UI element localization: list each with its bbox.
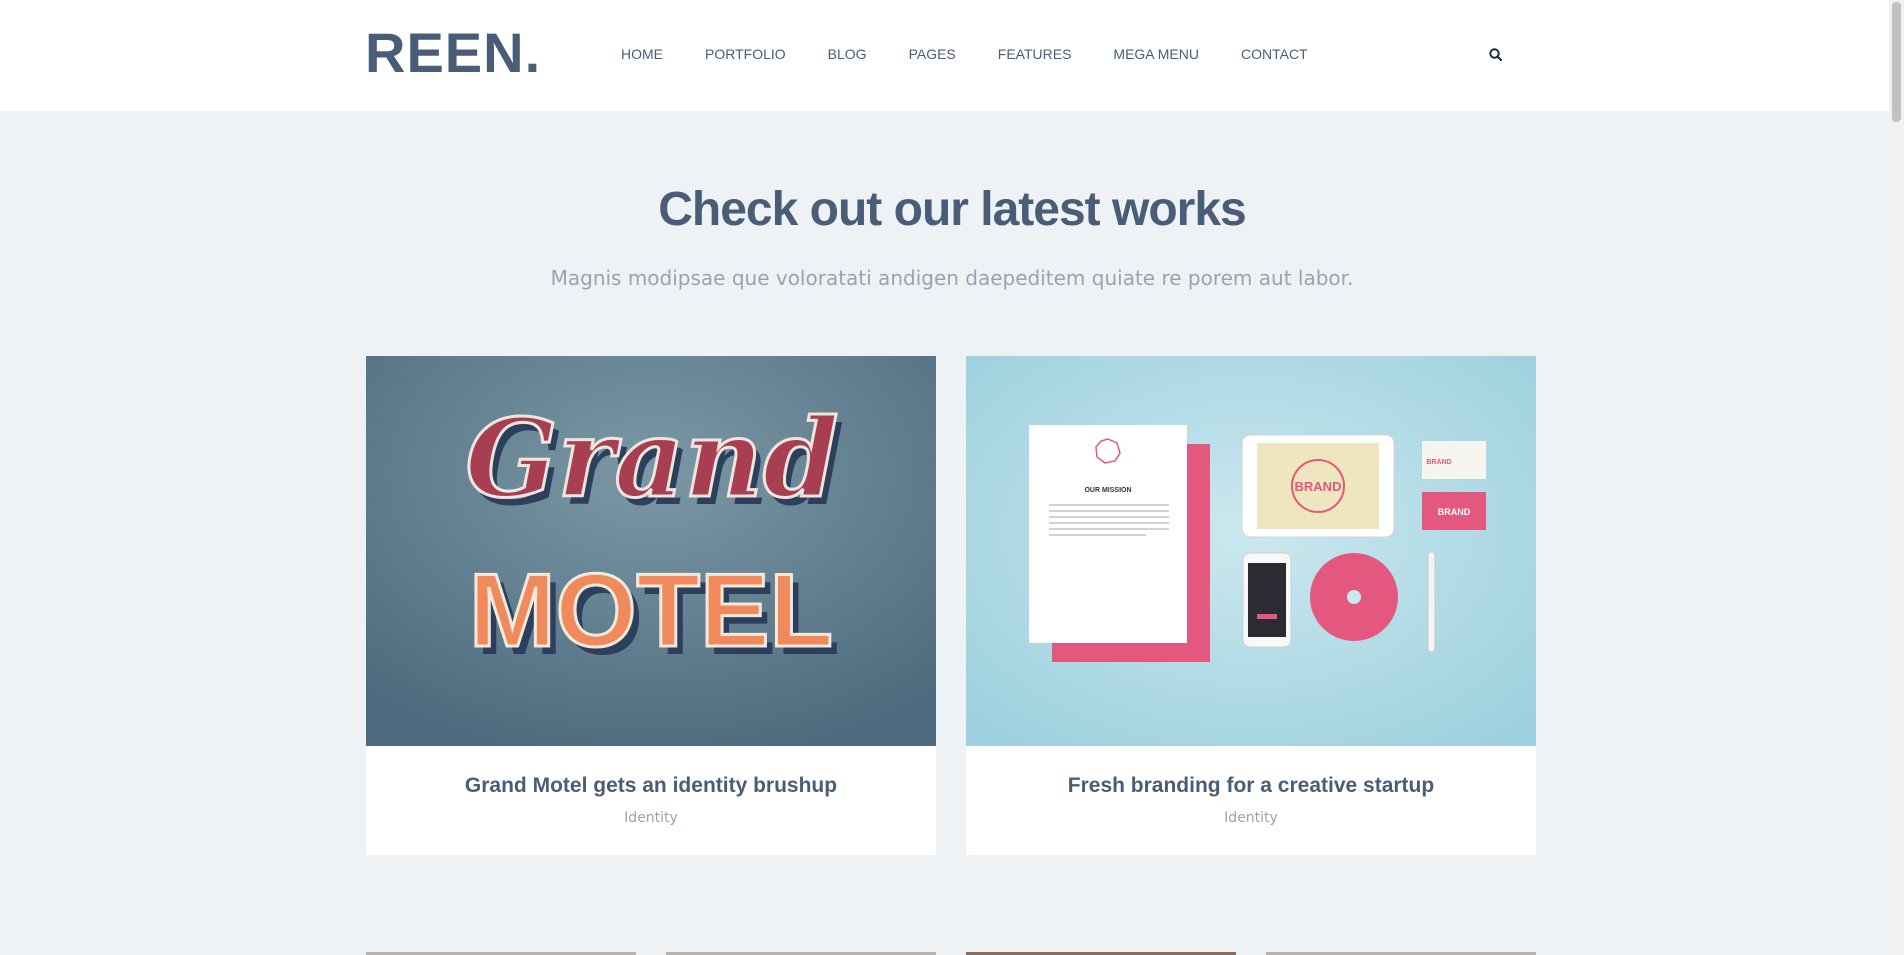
work-category[interactable]: Identity: [966, 810, 1536, 826]
nav-item-features[interactable]: FEATURES: [998, 44, 1072, 64]
work-card-grand-motel[interactable]: Grand Grand MOTEL MOTEL Grand Motel gets…: [366, 356, 936, 855]
nav-item-home[interactable]: HOME: [621, 44, 663, 64]
page-scrollbar[interactable]: [1889, 0, 1904, 955]
tablet-brand-text: BRAND: [1295, 479, 1342, 494]
motel-block-text: MOTEL: [469, 553, 833, 669]
work-image-fresh-branding: OUR MISSION BRAND BRAND BRAND: [966, 356, 1536, 746]
work-title[interactable]: Grand Motel gets an identity brushup: [366, 774, 936, 798]
work-title[interactable]: Fresh branding for a creative startup: [966, 774, 1536, 798]
card-brand-text: BRAND: [1426, 459, 1451, 466]
letterhead-heading: OUR MISSION: [1084, 487, 1131, 494]
nav-item-pages[interactable]: PAGES: [909, 44, 956, 64]
site-header: REEN. HOME PORTFOLIO BLOG PAGES FEATURES…: [0, 0, 1904, 111]
section-title: Check out our latest works: [658, 183, 1246, 236]
nav-item-mega-menu[interactable]: MEGA MENU: [1113, 44, 1199, 64]
work-image-grand-motel: Grand Grand MOTEL MOTEL: [366, 356, 936, 746]
site-logo[interactable]: REEN.: [365, 25, 541, 81]
nav-item-portfolio[interactable]: PORTFOLIO: [705, 44, 786, 64]
search-icon[interactable]: [1488, 47, 1504, 63]
nav-item-contact[interactable]: CONTACT: [1241, 44, 1308, 64]
work-category[interactable]: Identity: [366, 810, 936, 826]
section-subtitle: Magnis modipsae que voloratati andigen d…: [550, 266, 1354, 290]
nav-item-blog[interactable]: BLOG: [828, 44, 867, 64]
card-pink-brand-text: BRAND: [1438, 507, 1471, 517]
scrollbar-thumb[interactable]: [1892, 2, 1901, 122]
main-nav: HOME PORTFOLIO BLOG PAGES FEATURES MEGA …: [600, 44, 1329, 64]
work-card-fresh-branding[interactable]: OUR MISSION BRAND BRAND BRAND Fresh bran…: [966, 356, 1536, 855]
motel-script-text: Grand: [465, 396, 838, 522]
